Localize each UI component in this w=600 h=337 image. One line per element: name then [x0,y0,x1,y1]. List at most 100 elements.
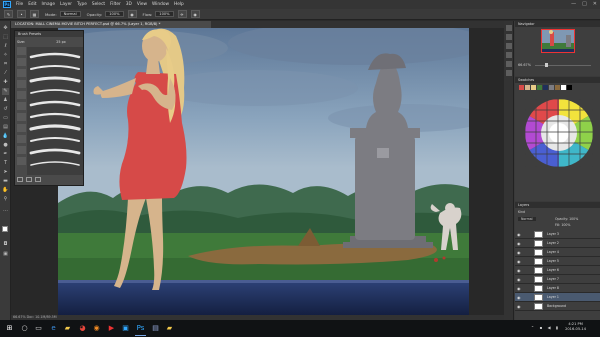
brush-size-picker[interactable]: • [17,10,26,18]
character-panel-icon[interactable] [506,61,512,67]
search-icon[interactable]: ○ [19,323,30,334]
store-icon[interactable]: ▤ [150,323,161,334]
visibility-eye-icon[interactable]: ◉ [517,295,521,300]
layer-row[interactable]: ◉ Layer 4 [515,248,600,257]
navigator-zoom-value[interactable]: 66.67% [518,63,531,67]
healing-brush-tool-icon[interactable]: ✚ [2,79,9,86]
visibility-eye-icon[interactable]: ◉ [517,259,521,264]
layer-row-selected[interactable]: ◉ Layer 1 [515,293,600,302]
move-tool-icon[interactable]: ✥ [2,25,9,32]
blur-tool-icon[interactable]: 💧 [2,133,9,140]
maximize-button[interactable]: □ [582,1,587,7]
layer-row[interactable]: ◉ Layer 6 [515,266,600,275]
brush-panel-icon[interactable] [506,43,512,49]
brush-thumb[interactable] [17,102,26,110]
menu-help[interactable]: Help [174,2,184,7]
visibility-eye-icon[interactable]: ◉ [517,250,521,255]
layer-blend-mode[interactable]: Normal [518,217,536,221]
history-panel-icon[interactable] [506,25,512,31]
close-button[interactable]: ✕ [593,1,597,7]
brush-presets-title[interactable]: Brush Presets [15,31,83,37]
visibility-eye-icon[interactable]: ◉ [517,241,521,246]
layer-fill[interactable]: Fill: 100% [555,223,570,227]
firefox-icon[interactable]: ◉ [91,323,102,334]
taskbar-clock[interactable]: 4:21 PM 2016-05-14 [565,322,586,332]
navigator-zoom-slider[interactable] [535,64,591,66]
folder-icon[interactable]: ▰ [164,323,175,334]
brush-thumb[interactable] [17,124,26,132]
menu-3d[interactable]: 3D [126,2,132,7]
visibility-eye-icon[interactable]: ◉ [517,232,521,237]
pressure-size-icon[interactable]: ◉ [190,10,200,18]
type-tool-icon[interactable]: T [2,160,9,167]
shape-tool-icon[interactable]: ▬ [2,178,9,185]
navigator-view-frame[interactable] [541,29,575,53]
gradient-tool-icon[interactable]: ▤ [2,124,9,131]
pressure-opacity-icon[interactable]: ◉ [127,10,137,18]
layer-row[interactable]: ◉ Layer 3 [515,230,600,239]
flow-field[interactable]: 100% [155,11,174,17]
visibility-eye-icon[interactable]: ◉ [517,304,521,309]
layers-title[interactable]: Layers [515,202,600,208]
brush-tool-preset-icon[interactable]: ✎ [4,10,13,18]
history-brush-tool-icon[interactable]: ↺ [2,106,9,113]
more-tools-icon[interactable]: … [2,207,9,214]
dodge-tool-icon[interactable]: ● [2,142,9,149]
task-view-icon[interactable]: ▭ [33,323,44,334]
menu-type[interactable]: Type [77,2,87,7]
navigator-title[interactable]: Navigator [515,21,600,27]
color-wheel[interactable] [523,97,595,170]
marquee-tool-icon[interactable]: ⬚ [2,34,9,41]
visibility-eye-icon[interactable]: ◉ [517,286,521,291]
layer-row[interactable]: ◉ Background [515,302,600,311]
swatches-title[interactable]: Swatches [515,77,600,83]
hand-tool-icon[interactable]: ✋ [2,187,9,194]
layer-row[interactable]: ◉ Layer 7 [515,275,600,284]
menu-view[interactable]: View [137,2,147,7]
pen-tool-icon[interactable]: ✒ [2,151,9,158]
clone-source-panel-icon[interactable] [506,52,512,58]
layer-filter-kind[interactable]: Kind [518,210,525,214]
brush-tool-icon[interactable]: ✎ [2,88,9,95]
eyedropper-tool-icon[interactable]: ⁄ [2,70,9,77]
brush-thumb[interactable] [17,135,26,143]
menu-select[interactable]: Select [92,2,105,7]
layer-row[interactable]: ◉ Layer 2 [515,239,600,248]
foreground-background-colors[interactable] [2,226,10,235]
swatch-row[interactable] [519,85,597,96]
mode-select[interactable]: Normal [59,11,81,17]
brush-thumb[interactable] [17,113,26,121]
photoshop-taskbar-icon[interactable]: ▣ [120,323,131,334]
quick-select-tool-icon[interactable]: ✧ [2,52,9,59]
foreground-color-swatch[interactable] [2,226,8,232]
opacity-field[interactable]: 100% [105,11,124,17]
menu-filter[interactable]: Filter [110,2,121,7]
brush-thumb[interactable] [17,80,26,88]
path-select-tool-icon[interactable]: ➤ [2,169,9,176]
new-brush-icon[interactable] [26,177,32,182]
menu-image[interactable]: Image [42,2,55,7]
properties-panel-icon[interactable] [506,34,512,40]
menu-window[interactable]: Window [152,2,169,7]
start-button-icon[interactable]: ⊞ [4,323,15,334]
crop-tool-icon[interactable]: ⌗ [2,61,9,68]
airbrush-icon[interactable]: ✈ [177,10,187,18]
brush-panel-toggle-icon[interactable]: ▦ [30,10,39,18]
system-tray[interactable]: ⌃ ▪ ◀ ▮ [531,325,560,330]
navigator-zoom-knob[interactable] [545,63,548,67]
media-player-icon[interactable]: ▶ [106,323,117,334]
photoshop-active-icon[interactable]: Ps [135,323,146,336]
eraser-tool-icon[interactable]: ▭ [2,115,9,122]
brush-stroke-list[interactable] [27,47,83,175]
brush-thumb[interactable] [17,146,26,154]
paragraph-panel-icon[interactable] [506,70,512,76]
toggle-brush-panel-icon[interactable] [17,177,23,182]
brush-thumb[interactable] [17,58,26,66]
visibility-eye-icon[interactable]: ◉ [517,268,521,273]
canvas-artwork[interactable] [58,28,469,318]
navigator-thumbnail[interactable] [541,29,575,53]
brush-thumb[interactable] [17,69,26,77]
brush-thumb[interactable] [17,47,26,55]
file-explorer-icon[interactable]: ▰ [62,323,73,334]
lasso-tool-icon[interactable]: ℓ [2,43,9,50]
